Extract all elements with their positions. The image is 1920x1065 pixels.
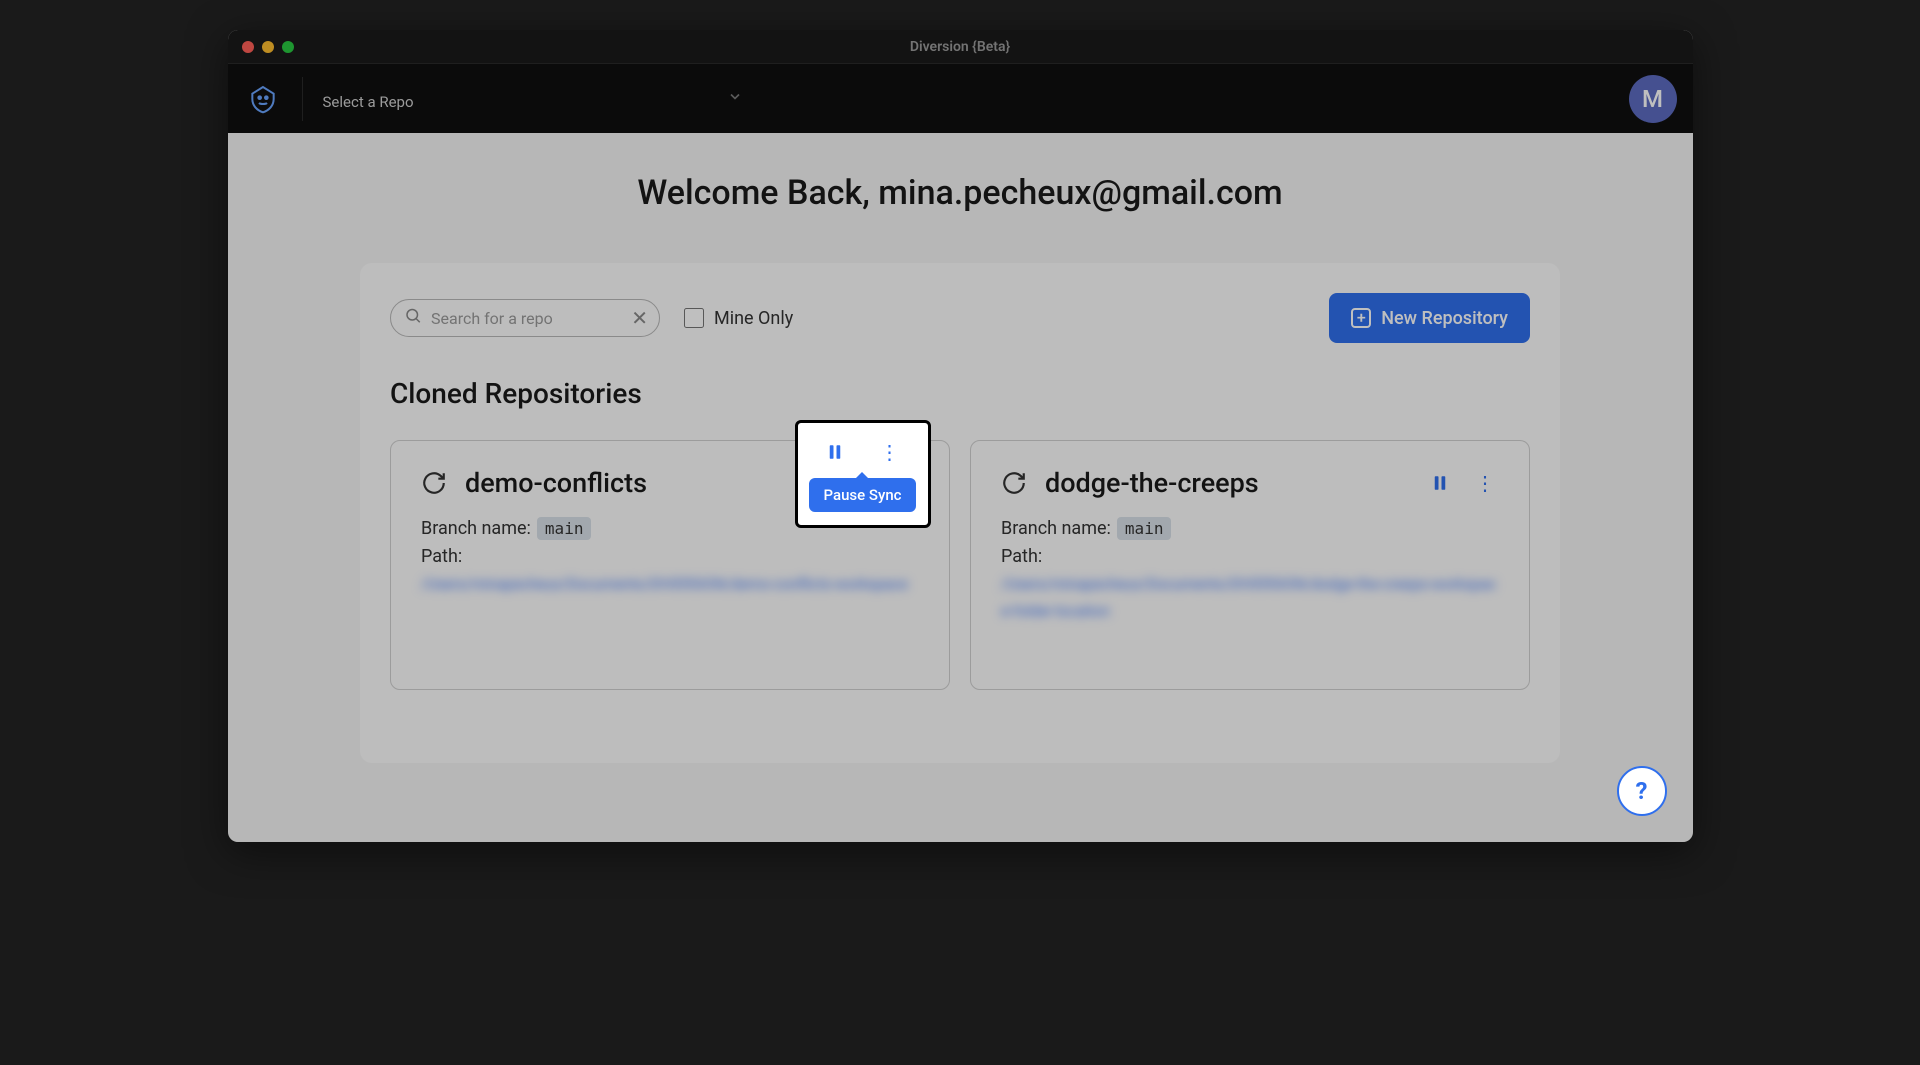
titlebar: Diversion {Beta} (228, 30, 1693, 64)
help-icon: ? (1636, 777, 1648, 805)
repo-select-dropdown[interactable]: Select a Repo (323, 64, 743, 133)
branch-label: Branch name: (1001, 518, 1111, 539)
search-icon (404, 307, 422, 330)
window-controls (228, 41, 294, 53)
new-repository-button[interactable]: + New Repository (1329, 293, 1530, 343)
divider (302, 77, 303, 121)
repo-card-actions: ⋮ (1427, 467, 1499, 499)
repo-cards: demo-conflicts ⋮ Branch name: (390, 440, 1530, 690)
avatar-letter: M (1642, 85, 1663, 113)
repo-menu-button[interactable]: ⋮ (876, 436, 904, 468)
path-label: Path: (421, 546, 919, 567)
pause-sync-button[interactable] (822, 438, 848, 466)
search-container: ✕ (390, 299, 660, 337)
chevron-down-icon (727, 88, 743, 109)
topbar: Select a Repo M (228, 64, 1693, 133)
sync-icon (421, 470, 447, 496)
pause-sync-button[interactable] (1427, 469, 1453, 497)
window-minimize-button[interactable] (262, 41, 274, 53)
repos-panel: ✕ Mine Only + New Repository Cloned Repo… (360, 263, 1560, 763)
window-maximize-button[interactable] (282, 41, 294, 53)
repo-path[interactable]: /Users/minapecheux/Documents/DIVERSION/d… (421, 571, 919, 598)
repo-name: demo-conflicts (465, 467, 829, 499)
content-area: Welcome Back, mina.pecheux@gmail.com ✕ M… (228, 133, 1693, 793)
branch-label: Branch name: (421, 518, 531, 539)
repo-card-actions: ⋮ (802, 428, 924, 468)
section-title: Cloned Repositories (390, 377, 1530, 410)
pause-sync-tooltip: Pause Sync (809, 478, 915, 512)
app-window: Diversion {Beta} Select a Repo (228, 30, 1693, 842)
branch-chip: main (1117, 517, 1172, 540)
window-title: Diversion {Beta} (228, 39, 1693, 55)
sync-icon (1001, 470, 1027, 496)
mine-only-toggle[interactable]: Mine Only (684, 308, 793, 329)
path-label: Path: (1001, 546, 1499, 567)
mine-only-label: Mine Only (714, 308, 793, 329)
branch-chip: main (537, 517, 592, 540)
window-close-button[interactable] (242, 41, 254, 53)
repo-card[interactable]: dodge-the-creeps ⋮ Branch name: main (970, 440, 1530, 690)
repo-path[interactable]: /Users/minapecheux/Documents/DIVERSION/d… (1001, 571, 1499, 625)
search-input[interactable] (390, 299, 660, 337)
mine-only-checkbox[interactable] (684, 308, 704, 328)
help-button[interactable]: ? (1617, 766, 1667, 816)
repo-name: dodge-the-creeps (1045, 467, 1409, 499)
clear-icon[interactable]: ✕ (631, 306, 648, 330)
welcome-heading: Welcome Back, mina.pecheux@gmail.com (258, 173, 1663, 213)
repo-menu-button[interactable]: ⋮ (1471, 467, 1499, 499)
repo-select-label: Select a Repo (323, 87, 743, 111)
panel-toolbar: ✕ Mine Only + New Repository (390, 293, 1530, 343)
plus-icon: + (1351, 308, 1371, 328)
app-logo-icon (244, 80, 282, 118)
user-avatar[interactable]: M (1629, 75, 1677, 123)
tutorial-highlight: ⋮ Pause Sync (795, 420, 931, 528)
new-repository-label: New Repository (1381, 308, 1508, 329)
